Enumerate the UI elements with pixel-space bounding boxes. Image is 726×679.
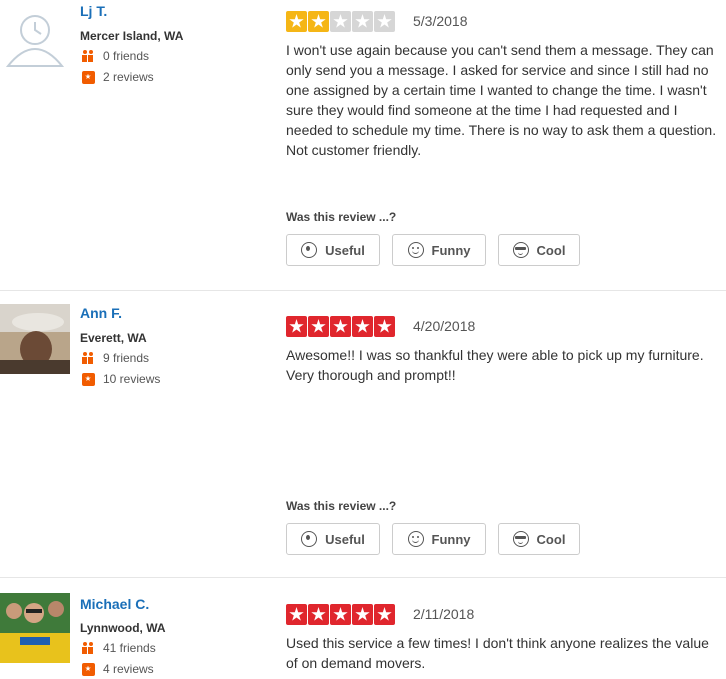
funny-label: Funny	[431, 531, 471, 547]
avatar[interactable]	[0, 593, 70, 663]
cool-label: Cool	[536, 242, 566, 258]
useful-button[interactable]: Useful	[286, 523, 380, 555]
star-rating	[286, 316, 396, 337]
star-filled-icon	[330, 604, 351, 625]
star-empty-icon	[352, 11, 373, 32]
user-location: Mercer Island, WA	[80, 29, 184, 43]
divider	[0, 577, 726, 578]
review-text: I won't use again because you can't send…	[286, 42, 717, 158]
friends-count: 41 friends	[82, 641, 156, 655]
cool-button[interactable]: Cool	[498, 523, 580, 555]
star-empty-icon	[374, 11, 395, 32]
reviews-icon	[82, 662, 95, 676]
reviews-count: 2 reviews	[82, 70, 154, 84]
smile-icon	[407, 531, 424, 547]
star-filled-icon	[308, 604, 329, 625]
star-filled-icon	[286, 316, 307, 337]
reviews-count: 4 reviews	[82, 662, 154, 676]
review-text: Awesome!! I was so thankful they were ab…	[286, 347, 704, 383]
default-avatar-icon	[0, 4, 70, 74]
sunglasses-icon	[512, 242, 529, 258]
user-location: Everett, WA	[80, 331, 147, 345]
friends-icon	[82, 351, 95, 365]
friends-icon	[82, 49, 95, 63]
star-rating	[286, 604, 396, 625]
user-photo-icon	[0, 593, 70, 663]
reviews-count-text: 10 reviews	[103, 372, 161, 386]
friends-count-text: 9 friends	[103, 351, 150, 365]
friends-count: 9 friends	[82, 351, 149, 365]
review-text: Used this service a few times! I don't t…	[286, 635, 709, 671]
user-name[interactable]: Michael C.	[80, 596, 149, 612]
user-name[interactable]: Ann F.	[80, 305, 122, 321]
star-filled-icon	[352, 316, 373, 337]
reviews-count-text: 4 reviews	[103, 662, 154, 676]
avatar[interactable]	[0, 4, 70, 74]
useful-label: Useful	[325, 531, 365, 547]
useful-label: Useful	[325, 242, 365, 258]
star-filled-icon	[330, 316, 351, 337]
sunglasses-icon	[512, 531, 529, 547]
friends-count: 0 friends	[82, 49, 149, 63]
smile-icon	[407, 242, 424, 258]
was-this-review-label: Was this review ...?	[286, 210, 397, 224]
useful-button[interactable]: Useful	[286, 234, 380, 266]
avatar[interactable]	[0, 304, 70, 374]
reviews-icon	[82, 372, 95, 386]
user-location: Lynnwood, WA	[80, 621, 166, 635]
review-date: 2/11/2018	[413, 606, 475, 622]
reviews-icon	[82, 70, 95, 84]
star-filled-icon	[308, 11, 329, 32]
star-filled-icon	[308, 316, 329, 337]
friends-icon	[82, 641, 95, 655]
reviews-count-text: 2 reviews	[103, 70, 154, 84]
funny-button[interactable]: Funny	[392, 523, 486, 555]
star-empty-icon	[330, 11, 351, 32]
review-date: 4/20/2018	[413, 318, 476, 334]
lightbulb-icon	[301, 531, 318, 547]
star-filled-icon	[374, 316, 395, 337]
star-filled-icon	[374, 604, 395, 625]
star-filled-icon	[286, 11, 307, 32]
friends-count-text: 41 friends	[103, 641, 156, 655]
user-name[interactable]: Lj T.	[80, 3, 107, 19]
reviews-count: 10 reviews	[82, 372, 160, 386]
star-rating	[286, 11, 396, 32]
friends-count-text: 0 friends	[103, 49, 150, 63]
review-date: 5/3/2018	[413, 13, 468, 29]
user-photo-icon	[0, 304, 70, 374]
was-this-review-label: Was this review ...?	[286, 499, 397, 513]
funny-button[interactable]: Funny	[392, 234, 486, 266]
cool-button[interactable]: Cool	[498, 234, 580, 266]
star-filled-icon	[352, 604, 373, 625]
cool-label: Cool	[536, 531, 566, 547]
divider	[0, 290, 726, 291]
lightbulb-icon	[301, 242, 318, 258]
star-filled-icon	[286, 604, 307, 625]
funny-label: Funny	[431, 242, 471, 258]
